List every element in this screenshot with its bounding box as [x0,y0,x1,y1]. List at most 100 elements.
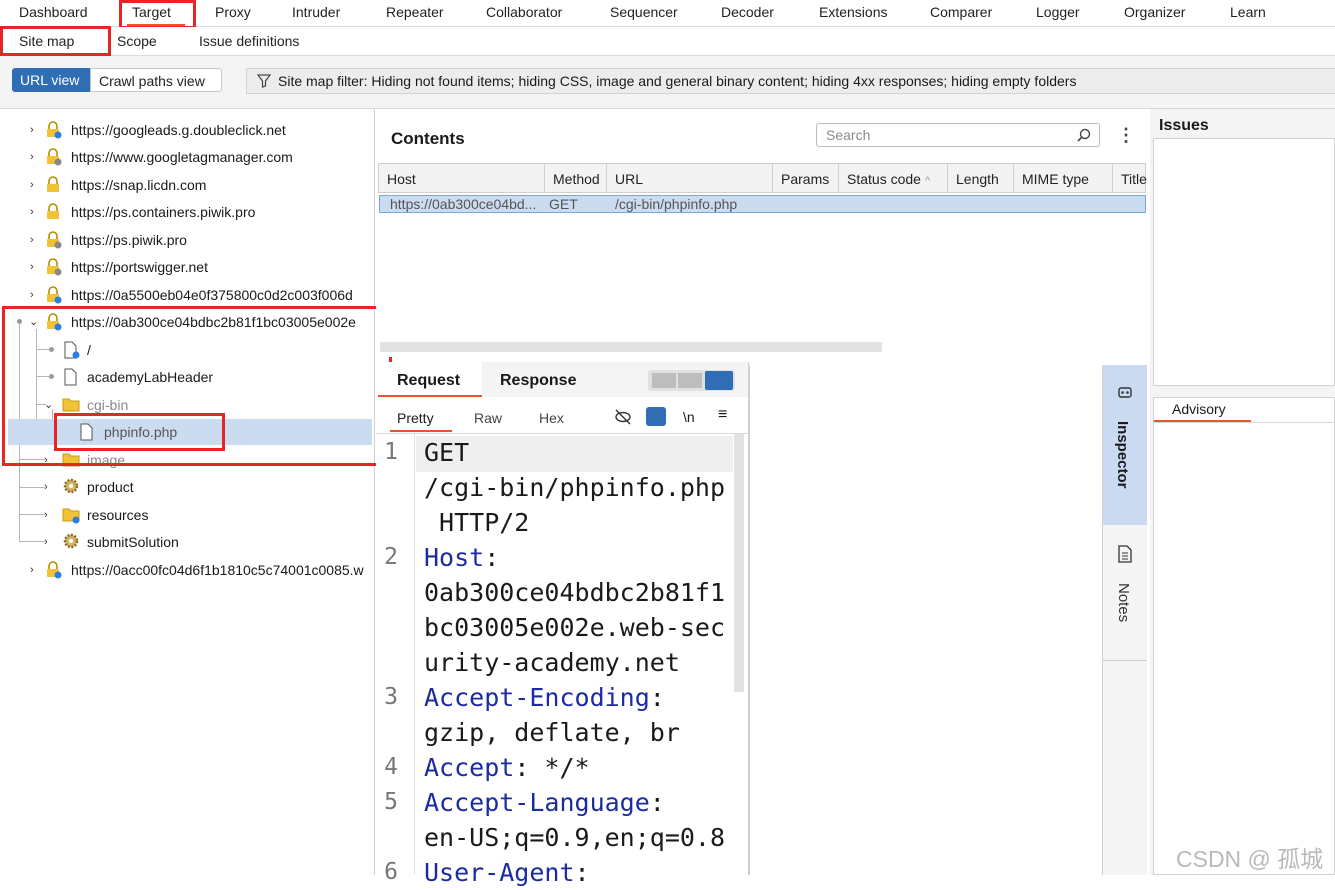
tab-decoder[interactable]: Decoder [721,4,774,20]
site-map-filter-bar[interactable]: Site map filter: Hiding not found items;… [246,68,1335,94]
layout-split-vertical-icon[interactable] [652,373,676,388]
tab-repeater[interactable]: Repeater [386,4,444,20]
issues-panel: Issues Advisory [1150,109,1335,875]
url-view-button[interactable]: URL view [12,68,90,92]
tab-dashboard[interactable]: Dashboard [19,4,88,20]
tab-advisory[interactable]: Advisory [1172,401,1226,417]
lock-host-icon [47,231,62,249]
hide-eye-icon[interactable] [614,409,632,425]
lock-host-icon [47,148,62,166]
column-length[interactable]: Length [948,164,1014,192]
table-row[interactable]: https://0ab300ce04bd... GET /cgi-bin/php… [379,195,1146,213]
request-line-4: Accept: */* [424,753,590,782]
request-panel: Request Response Pretty Raw Hex \n ≡ 1 G… [376,362,749,887]
response-area [749,365,1103,875]
issues-title: Issues [1159,117,1209,134]
folder-icon [62,508,80,524]
horizontal-scrollbar[interactable] [380,342,882,352]
tab-active-underline [127,24,185,26]
gear-folder-icon [63,478,79,494]
cell-host: https://0ab300ce04bd... [390,196,537,212]
column-url[interactable]: URL [607,164,773,192]
gear-folder-icon [63,533,79,549]
column-params[interactable]: Params [773,164,839,192]
chevron-right-icon[interactable]: › [30,290,40,301]
tab-raw[interactable]: Raw [474,410,502,426]
request-line-6: User-Agent: [424,858,590,887]
tab-request[interactable]: Request [397,372,460,390]
tab-collaborator[interactable]: Collaborator [486,4,562,20]
sort-asc-icon: ^ [924,175,931,187]
top-tab-bar: Dashboard Target Proxy Intruder Repeater… [0,0,1335,27]
inspector-sidebar: Inspector Notes [1102,365,1147,875]
inspector-icon [1118,387,1132,398]
lock-host-icon [47,561,62,579]
highlight-site-map-tab [0,26,111,56]
contents-table-header: Host Method URL Params Status code ^ Leng… [378,163,1147,193]
chevron-right-icon[interactable]: › [44,482,54,493]
layout-single-icon[interactable] [705,371,733,390]
wrap-lines-icon[interactable] [646,407,666,426]
crawl-paths-view-button[interactable]: Crawl paths view [90,68,222,92]
chevron-right-icon[interactable]: › [44,537,54,548]
layout-split-horizontal-icon[interactable] [678,373,702,388]
tab-organizer[interactable]: Organizer [1124,4,1185,20]
chevron-right-icon[interactable]: › [30,152,40,163]
tab-active-underline [378,395,482,397]
column-title[interactable]: Title [1113,164,1147,192]
vertical-scrollbar[interactable] [734,434,744,692]
cell-method: GET [549,196,578,212]
more-options-icon[interactable]: ⋮ [1117,125,1135,146]
filter-text: Site map filter: Hiding not found items;… [278,73,1077,89]
issues-list [1153,138,1335,386]
chevron-right-icon[interactable]: › [30,565,40,576]
site-map-tree: › https://googleads.g.doubleclick.net › … [0,109,375,875]
tab-sequencer[interactable]: Sequencer [610,4,678,20]
notes-tab[interactable]: Notes [1103,525,1147,661]
column-host[interactable]: Host [379,164,545,192]
search-input[interactable]: Search [816,123,1100,147]
tab-pretty[interactable]: Pretty [397,410,434,426]
cell-url: /cgi-bin/phpinfo.php [615,196,738,212]
column-method[interactable]: Method [545,164,607,192]
chevron-right-icon[interactable]: › [30,125,40,136]
tab-response[interactable]: Response [500,372,576,390]
request-line-3: Accept-Encoding: gzip, deflate, br [424,683,680,747]
view-toolbar: URL view Crawl paths view Site map filte… [0,56,1335,109]
chevron-right-icon[interactable]: › [30,262,40,273]
chevron-right-icon[interactable]: › [30,180,40,191]
menu-icon[interactable]: ≡ [718,406,727,424]
tab-scope[interactable]: Scope [117,33,157,49]
inspector-tab[interactable]: Inspector [1103,365,1147,525]
tab-active-underline [390,430,452,432]
tab-learn[interactable]: Learn [1230,4,1266,20]
request-line-5: Accept-Language: en-US;q=0.9,en;q=0.8 [424,788,726,852]
notes-icon [1118,545,1132,563]
tab-issue-definitions[interactable]: Issue definitions [199,33,299,49]
tab-extensions[interactable]: Extensions [819,4,887,20]
newline-toggle-icon[interactable]: \n [683,409,695,425]
chevron-right-icon[interactable]: › [30,235,40,246]
request-line-1: GET /cgi-bin/phpinfo.php HTTP/2 [424,438,726,537]
chevron-right-icon[interactable]: › [30,207,40,218]
filter-icon [257,74,271,88]
lock-host-icon [47,258,62,276]
highlight-phpinfo [54,413,225,451]
lock-host-icon [47,121,62,139]
csdn-watermark: CSDN @ 孤城 [1176,846,1324,872]
tab-proxy[interactable]: Proxy [215,4,251,20]
tab-hex[interactable]: Hex [539,410,564,426]
advisory-panel: Advisory [1153,397,1335,875]
lock-host-icon [47,203,59,219]
tab-logger[interactable]: Logger [1036,4,1080,20]
layout-toggle [648,370,735,391]
search-icon [1077,128,1091,142]
column-status-code[interactable]: Status code ^ [839,164,948,192]
lock-host-icon [47,286,62,304]
tab-intruder[interactable]: Intruder [292,4,340,20]
contents-title: Contents [391,129,465,148]
chevron-right-icon[interactable]: › [44,510,54,521]
request-line-2: Host: 0ab300ce04bdbc2b81f1 bc03005e002e.… [424,543,726,677]
tab-comparer[interactable]: Comparer [930,4,992,20]
column-mime-type[interactable]: MIME type [1014,164,1113,192]
